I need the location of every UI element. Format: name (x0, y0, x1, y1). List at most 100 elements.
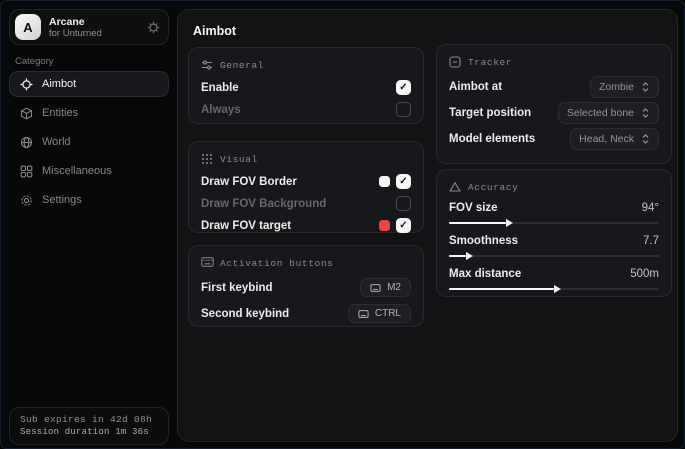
sub-expires-text: Sub expires in 42d 08h (20, 414, 158, 425)
globe-icon (20, 136, 33, 149)
slider-track (449, 255, 659, 257)
fov-border-color-swatch[interactable] (379, 176, 390, 187)
setting-row-target-position: Target position Selected bone (449, 100, 659, 125)
grid-icon (20, 165, 33, 178)
aimbot-at-dropdown[interactable]: Zombie (590, 76, 659, 98)
cube-icon (20, 107, 33, 120)
setting-label: Model elements (449, 133, 535, 145)
slider-value: 7.7 (643, 235, 659, 247)
sidebar-item-world[interactable]: World (9, 129, 169, 155)
setting-row-always: Always (201, 99, 411, 120)
sidebar-item-label: World (42, 136, 71, 148)
keybind-value: CTRL (375, 308, 401, 319)
tracker-card-header: Tracker (449, 56, 659, 68)
setting-label: Smoothness (449, 235, 518, 247)
gear-icon (20, 194, 33, 207)
general-card-header: General (201, 59, 411, 71)
slider-label-row: Max distance 500m (449, 265, 659, 282)
dropdown-value: Head, Neck (579, 133, 634, 145)
setting-row-fov-target: Draw FOV target (201, 215, 411, 236)
setting-label: FOV size (449, 202, 498, 214)
slider-label-row: Smoothness 7.7 (449, 232, 659, 249)
crosshair-icon (20, 78, 33, 91)
setting-label: Target position (449, 107, 531, 119)
visual-card-header: Visual (201, 153, 411, 165)
sidebar-header: A Arcane for Unturned (9, 9, 169, 45)
target-position-dropdown[interactable]: Selected bone (558, 102, 659, 124)
unfold-icon (641, 108, 650, 118)
session-duration-text: Session duration 1m 36s (20, 427, 158, 437)
accuracy-card-header: Accuracy (449, 181, 659, 193)
enable-checkbox[interactable] (396, 80, 411, 95)
slider-fill (449, 288, 554, 290)
slider-value: 500m (630, 268, 659, 280)
sidebar-item-aimbot[interactable]: Aimbot (9, 71, 169, 97)
setting-label: Enable (201, 82, 239, 94)
sidebar-item-label: Entities (42, 107, 78, 119)
setting-row-second-keybind: Second keybind CTRL (201, 301, 411, 326)
fov-target-checkbox[interactable] (396, 218, 411, 233)
fov-size-slider[interactable] (449, 218, 659, 228)
setting-label: Second keybind (201, 308, 289, 320)
slider-fill (449, 255, 466, 257)
app-logo: A (15, 14, 41, 40)
app-title-block: Arcane for Unturned (49, 16, 102, 39)
smoothness-slider[interactable] (449, 251, 659, 261)
setting-label: Max distance (449, 268, 521, 280)
card-title: Tracker (468, 57, 512, 68)
unfold-icon (641, 82, 650, 92)
max-distance-slider[interactable] (449, 284, 659, 294)
category-label: Category (15, 56, 54, 67)
card-title: Accuracy (468, 182, 518, 193)
sidebar-item-settings[interactable]: Settings (9, 187, 169, 213)
slider-row-max-distance: Max distance 500m (449, 265, 659, 294)
first-keybind-button[interactable]: M2 (360, 278, 411, 297)
sidebar-item-entities[interactable]: Entities (9, 100, 169, 126)
keyboard-icon (370, 284, 381, 292)
logo-letter: A (23, 20, 32, 35)
main-panel: Aimbot General Enable Always (177, 9, 678, 442)
slider-label-row: FOV size 94° (449, 199, 659, 216)
app-subtitle: for Unturned (49, 28, 102, 39)
setting-label: Always (201, 104, 241, 116)
model-elements-dropdown[interactable]: Head, Neck (570, 128, 659, 150)
setting-label: First keybind (201, 282, 273, 294)
fov-background-checkbox[interactable] (396, 196, 411, 211)
app-name: Arcane (49, 16, 102, 28)
fov-target-color-swatch[interactable] (379, 220, 390, 231)
triangle-icon (449, 181, 461, 193)
row-controls (396, 196, 411, 211)
card-title: Visual (220, 154, 258, 165)
keybind-value: M2 (387, 282, 401, 293)
setting-row-aimbot-at: Aimbot at Zombie (449, 74, 659, 99)
general-card: General Enable Always (188, 47, 424, 124)
setting-label: Draw FOV Background (201, 198, 326, 210)
setting-label: Draw FOV Border (201, 176, 297, 188)
scan-minus-icon (449, 56, 461, 68)
card-title: Activation buttons (220, 258, 333, 269)
tracker-card: Tracker Aimbot at Zombie Target position… (436, 44, 672, 164)
fov-border-checkbox[interactable] (396, 174, 411, 189)
always-checkbox[interactable] (396, 102, 411, 117)
page-title: Aimbot (193, 24, 236, 38)
setting-row-enable: Enable (201, 77, 411, 98)
sync-gear-icon[interactable] (147, 21, 160, 34)
card-title: General (220, 60, 264, 71)
activation-card: Activation buttons First keybind M2 Seco… (188, 245, 424, 327)
sidebar-item-miscellaneous[interactable]: Miscellaneous (9, 158, 169, 184)
setting-label: Aimbot at (449, 81, 502, 93)
setting-row-first-keybind: First keybind M2 (201, 275, 411, 300)
slider-row-smoothness: Smoothness 7.7 (449, 232, 659, 261)
setting-row-fov-background: Draw FOV Background (201, 193, 411, 214)
second-keybind-button[interactable]: CTRL (348, 304, 411, 323)
row-controls (379, 218, 411, 233)
dropdown-value: Zombie (599, 81, 634, 93)
subscription-info-card: Sub expires in 42d 08h Session duration … (9, 407, 169, 445)
unfold-icon (641, 134, 650, 144)
sliders-icon (201, 59, 213, 71)
sidebar-item-label: Settings (42, 194, 82, 206)
sidebar-item-label: Miscellaneous (42, 165, 112, 177)
slider-row-fov-size: FOV size 94° (449, 199, 659, 228)
app-window: A Arcane for Unturned Category Aimbot (0, 0, 685, 449)
setting-row-model-elements: Model elements Head, Neck (449, 126, 659, 151)
